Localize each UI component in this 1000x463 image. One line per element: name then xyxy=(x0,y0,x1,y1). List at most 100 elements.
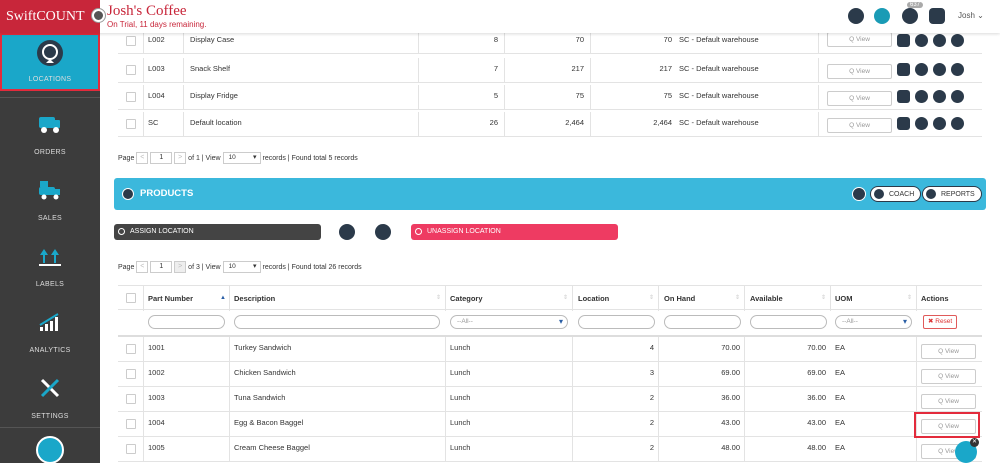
download-icon[interactable] xyxy=(915,63,928,76)
row-checkbox[interactable] xyxy=(126,36,136,46)
sidebar-item-settings[interactable]: SETTINGS xyxy=(0,365,100,428)
close-icon[interactable]: ✕ xyxy=(970,438,979,447)
edit-icon[interactable] xyxy=(897,63,910,76)
assign-location-button[interactable]: ASSIGN LOCATION xyxy=(114,224,321,240)
assign-label: ASSIGN LOCATION xyxy=(130,228,194,235)
edit-icon[interactable] xyxy=(897,117,910,130)
part-number-filter[interactable] xyxy=(148,315,225,329)
view-button[interactable]: Q View xyxy=(827,91,892,106)
reports-button[interactable]: REPORTS xyxy=(922,186,982,202)
column-available[interactable]: Available xyxy=(750,286,783,311)
download-icon[interactable] xyxy=(915,90,928,103)
row-checkbox[interactable] xyxy=(126,119,136,129)
upload-icon[interactable] xyxy=(933,117,946,130)
part-number: 1002 xyxy=(148,368,165,377)
download-icon[interactable] xyxy=(915,34,928,47)
column-part-number[interactable]: Part Number xyxy=(148,286,193,311)
calendar-icon[interactable] xyxy=(929,8,945,24)
cloud-upload-icon[interactable] xyxy=(375,224,391,240)
location-qty: 75 xyxy=(575,91,584,100)
sort-icon[interactable]: ⇕ xyxy=(821,286,826,311)
row-checkbox[interactable] xyxy=(126,344,136,354)
pager-prev-button[interactable]: < xyxy=(136,152,149,165)
view-button[interactable]: Q View xyxy=(921,394,976,409)
download-icon[interactable] xyxy=(915,117,928,130)
available-filter[interactable] xyxy=(750,315,827,329)
view-button[interactable]: Q View xyxy=(921,369,976,384)
upload-icon[interactable] xyxy=(933,34,946,47)
edit-icon[interactable] xyxy=(897,34,910,47)
description-filter[interactable] xyxy=(234,315,440,329)
sync-icon[interactable] xyxy=(874,8,890,24)
column-description[interactable]: Description xyxy=(234,286,275,311)
sort-icon[interactable]: ⇕ xyxy=(649,286,654,311)
column-uom[interactable]: UOM xyxy=(835,286,853,311)
help-chat-icon[interactable]: ✕ xyxy=(955,438,979,463)
business-switch-icon[interactable] xyxy=(92,9,105,22)
row-checkbox[interactable] xyxy=(126,369,136,379)
category: Lunch xyxy=(450,368,471,377)
sidebar-item-orders[interactable]: ORDERS xyxy=(0,101,100,164)
sort-icon[interactable]: ⇕ xyxy=(735,286,740,311)
upload-icon[interactable] xyxy=(933,63,946,76)
table-row: SC Default location 26 2,464 2,464 SC - … xyxy=(118,112,982,137)
brand-logo[interactable]: SwiftCOUNT xyxy=(0,0,100,33)
business-name[interactable]: Josh's Coffee xyxy=(107,3,187,20)
cloud-download-icon[interactable] xyxy=(339,224,355,240)
pager-page-input[interactable]: 1 xyxy=(150,152,173,165)
row-checkbox[interactable] xyxy=(126,394,136,404)
sidebar-item-sales[interactable]: SALES xyxy=(0,167,100,230)
video-icon[interactable] xyxy=(852,187,866,201)
row-checkbox[interactable] xyxy=(126,419,136,429)
pager-next-button[interactable]: > xyxy=(174,152,187,165)
sidebar-item-analytics[interactable]: ANALYTICS xyxy=(0,299,100,362)
location-filter[interactable] xyxy=(578,315,655,329)
apps-icon[interactable] xyxy=(36,436,64,463)
column-on-hand[interactable]: On Hand xyxy=(664,286,695,311)
unassign-location-button[interactable]: UNASSIGN LOCATION xyxy=(411,224,618,240)
row-checkbox[interactable] xyxy=(126,65,136,75)
select-all-checkbox[interactable] xyxy=(126,293,136,303)
category: Lunch xyxy=(450,418,471,427)
sidebar-item-labels[interactable]: LABELS xyxy=(0,233,100,296)
uom-filter-select[interactable]: --All-- xyxy=(835,315,912,329)
user-menu[interactable]: Josh ⌄ xyxy=(958,11,984,20)
reset-filters-button[interactable]: ✖ Reset xyxy=(923,315,958,329)
sidebar-item-locations[interactable]: LOCATIONS xyxy=(0,33,100,91)
user-icon[interactable] xyxy=(951,63,964,76)
sort-asc-icon[interactable]: ▲ xyxy=(220,286,226,311)
sidebar-item-label: ANALYTICS xyxy=(29,347,71,354)
location-qty-available: 75 xyxy=(663,91,672,100)
user-icon[interactable] xyxy=(951,117,964,130)
user-icon[interactable] xyxy=(951,34,964,47)
pager-prev-button[interactable]: < xyxy=(136,261,149,274)
edit-icon[interactable] xyxy=(897,90,910,103)
per-page-select[interactable]: 10 xyxy=(222,261,261,274)
pager-page-label: Page xyxy=(118,264,135,271)
download-icon[interactable] xyxy=(848,8,864,24)
location-count: 7 xyxy=(493,64,498,73)
table-row: 1002 Chicken Sandwich Lunch 3 69.00 69.0… xyxy=(118,362,982,387)
pager-next-button[interactable]: > xyxy=(174,261,187,274)
view-button[interactable]: Q View xyxy=(921,344,976,359)
view-button[interactable]: Q View xyxy=(827,32,892,47)
sort-icon[interactable]: ⇕ xyxy=(563,286,568,311)
column-category[interactable]: Category xyxy=(450,286,483,311)
row-checkbox[interactable] xyxy=(126,444,136,454)
view-button[interactable]: Q View xyxy=(827,64,892,79)
per-page-select[interactable]: 10 xyxy=(222,152,261,165)
coach-button[interactable]: COACH xyxy=(870,186,922,202)
column-location[interactable]: Location xyxy=(578,286,609,311)
pager-page-input[interactable]: 1 xyxy=(150,261,173,274)
sort-icon[interactable]: ⇕ xyxy=(436,286,441,311)
row-checkbox[interactable] xyxy=(126,92,136,102)
upload-icon[interactable] xyxy=(933,90,946,103)
notifications-icon[interactable] xyxy=(902,8,918,24)
on-hand-filter[interactable] xyxy=(664,315,741,329)
available: 48.00 xyxy=(807,443,826,452)
category-filter-select[interactable]: --All-- xyxy=(450,315,568,329)
sort-icon[interactable]: ⇕ xyxy=(907,286,912,311)
location-count: 3 xyxy=(649,368,654,377)
user-icon[interactable] xyxy=(951,90,964,103)
view-button[interactable]: Q View xyxy=(827,118,892,133)
